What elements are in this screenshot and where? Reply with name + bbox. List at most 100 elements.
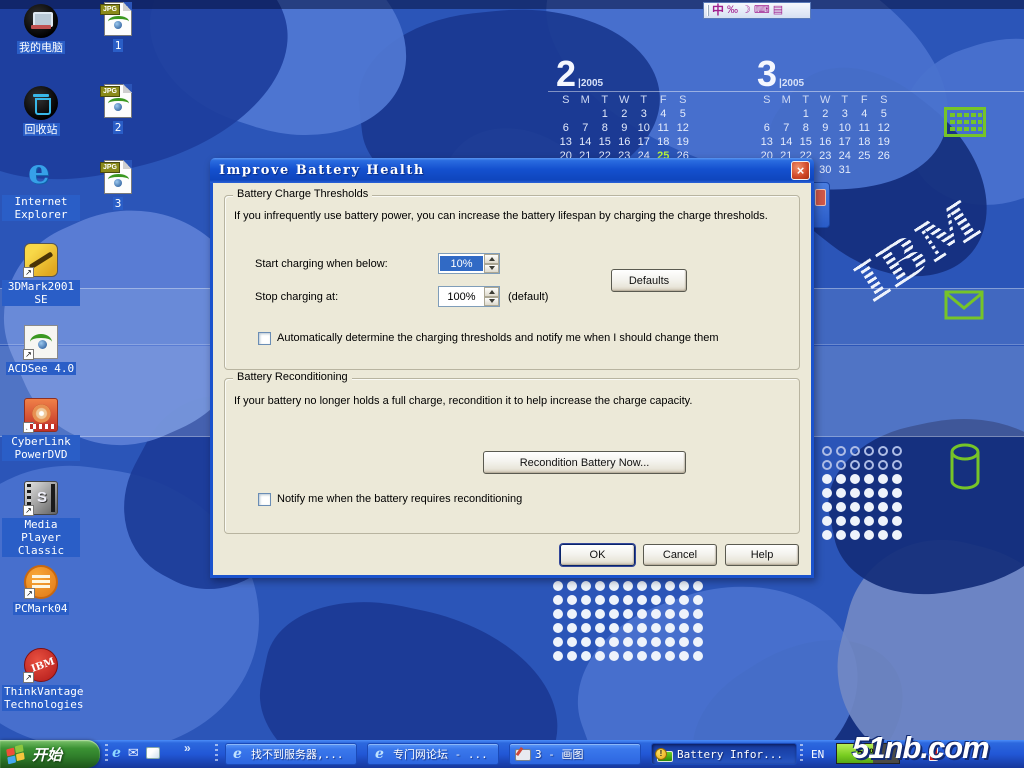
dot [567,595,577,605]
envelope-icon [944,290,984,320]
jpg-badge: JPG [100,4,120,15]
cancel-button-label: Cancel [663,549,697,561]
spin-up-button[interactable] [484,287,499,297]
reconditioning-description: If your battery no longer holds a full c… [234,395,692,407]
calendar-day: 19 [874,135,894,149]
calendar-day: 26 [874,149,894,163]
calendar-weekday: T [595,93,615,107]
desktop-icon-mark3d[interactable]: ↗3DMark2001 SE [2,243,80,306]
dot [595,595,605,605]
calendar-day: 7 [777,121,797,135]
dot [850,446,860,456]
auto-determine-checkbox[interactable] [258,332,271,345]
taskbar-button-4[interactable]: Battery Infor... [651,743,797,765]
dot [693,637,703,647]
dot [864,488,874,498]
dot [850,530,860,540]
calendar-day: 18 [654,135,674,149]
thinkvantage-icon: ↗ [24,648,58,682]
soft-keyboard-icon[interactable]: ⌨ [754,3,770,18]
dot [864,446,874,456]
jpg-file-icon-1[interactable]: JPG1 [92,2,144,52]
ok-button[interactable]: OK [560,544,635,566]
dot [623,623,633,633]
taskbar-separator [800,744,803,764]
taskbar-button-1[interactable]: 找不到服务器,... [225,743,357,765]
desktop-icon-internet-explorer[interactable]: Internet Explorer [2,158,80,221]
ie-icon [373,747,389,762]
notify-reconditioning-checkbox[interactable] [258,493,271,506]
dot [623,581,633,591]
dot [878,460,888,470]
recondition-button-label: Recondition Battery Now... [520,457,650,469]
desktop-icon-acdsee[interactable]: ↗ACDSee 4.0 [2,325,80,375]
stop-threshold-value[interactable]: 100% [439,287,484,306]
calendar-day: 18 [855,135,875,149]
dot [836,502,846,512]
calendar-day: 4 [855,107,875,121]
punctuation-moon-icon[interactable]: ☽ [741,3,751,18]
calendar-weekday: F [855,93,875,107]
desktop-icon-my-computer[interactable]: 我的电脑 [2,4,80,54]
page-fold [123,84,132,93]
ie-icon [231,747,247,762]
dot [567,623,577,633]
ime-language-indicator[interactable]: 中 [712,3,724,18]
dot [665,581,675,591]
calendar-weekday: F [654,93,674,107]
spin-up-button[interactable] [484,254,499,264]
dot [567,581,577,591]
recondition-battery-button[interactable]: Recondition Battery Now... [483,451,686,474]
dot [822,530,832,540]
shortcut-arrow-icon: ↗ [23,505,34,516]
spin-down-button[interactable] [484,264,499,274]
jpg-file-label: 2 [113,121,124,134]
taskbar-button-3[interactable]: 3 - 画图 [509,743,641,765]
stop-threshold-spinner[interactable]: 100% [438,286,500,307]
spin-down-button[interactable] [484,297,499,307]
group-legend: Battery Reconditioning [233,371,352,383]
defaults-button[interactable]: Defaults [611,269,687,292]
fullwidth-halfwidth-icon[interactable]: ‰ [727,3,738,18]
dot [878,502,888,512]
ime-drag-handle[interactable] [707,5,709,16]
dot [665,623,675,633]
language-indicator[interactable]: EN [811,748,824,761]
cancel-button[interactable]: Cancel [643,544,717,566]
ime-language-bar[interactable]: 中 ‰☽⌨▤ [703,2,811,19]
taskbar-button-2[interactable]: 专门网论坛 - ... [367,743,499,765]
calendar-day: 3 [835,107,855,121]
desktop-icon-thinkvantage[interactable]: ↗ThinkVantage Technologies [2,648,80,711]
calendar-day: 4 [654,107,674,121]
dot [836,460,846,470]
desktop-icon-mpc[interactable]: ↗Media Player Classic [2,481,80,557]
calendar-weekday: M [777,93,797,107]
start-threshold-value[interactable]: 10% [440,256,483,271]
start-threshold-spinner[interactable]: 10% [438,253,500,274]
thresholds-description: If you infrequently use battery power, y… [234,210,768,222]
dialog-titlebar[interactable]: Improve Battery Health × [210,158,814,183]
calendar-weekday: W [816,93,836,107]
jpg-file-icon-2[interactable]: JPG2 [92,84,144,134]
help-button[interactable]: Help [725,544,799,566]
dot [623,651,633,661]
database-cylinder-icon [948,443,982,491]
calendar-blank [556,107,576,121]
desktop-icons: 我的电脑回收站Internet Explorer↗3DMark2001 SE↗A… [2,0,80,740]
calendar-month-number: 3 [757,53,777,94]
close-button[interactable]: × [791,161,810,180]
dot [623,595,633,605]
dot [693,581,703,591]
calendar-day: 15 [595,135,615,149]
desktop-icon-label: 3DMark2001 SE [2,280,80,306]
shortcut-arrow-icon: ↗ [23,422,34,433]
dot [693,623,703,633]
desktop-icon-pcmark[interactable]: ↗PCMark04 [2,565,80,615]
ime-menu-icon[interactable]: ▤ [773,3,783,18]
desktop-icon-recycle-bin[interactable]: 回收站 [2,86,80,136]
desktop-icon-powerdvd[interactable]: ↗CyberLink PowerDVD [2,398,80,461]
dot [864,530,874,540]
calendar-day: 14 [777,135,797,149]
jpg-file-icon-3[interactable]: JPG3 [92,160,144,210]
dot [693,651,703,661]
